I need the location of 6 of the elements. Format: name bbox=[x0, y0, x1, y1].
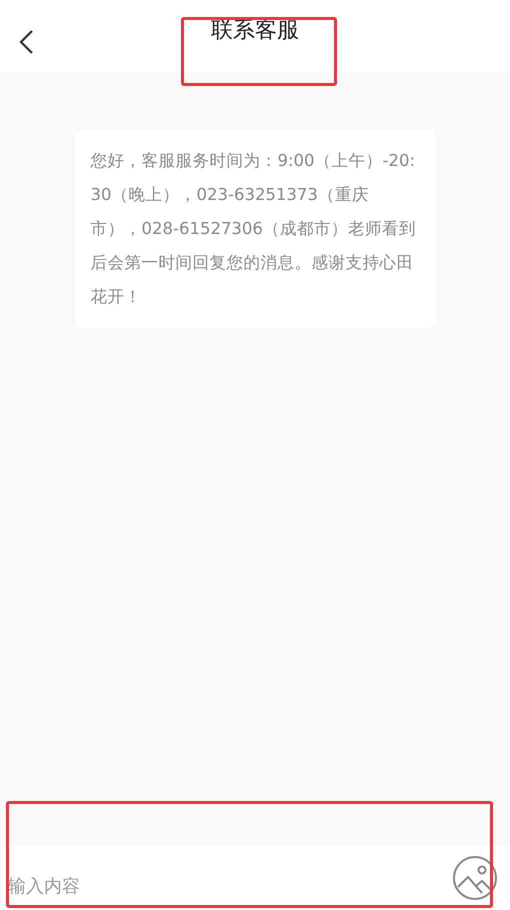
message-composer[interactable]: 输入内容 bbox=[0, 846, 510, 910]
back-icon[interactable] bbox=[18, 29, 34, 55]
page-title: 联系客服 bbox=[211, 16, 299, 44]
image-icon[interactable] bbox=[452, 855, 498, 901]
message-bubble: 您好，客服服务时间为：9:00（上午）-20:30（晚上），023-63251373（重庆市），028-61527306（成都市）老师看到后会第一时间回复您的消息。感谢支持心田花开！ bbox=[74, 130, 436, 328]
message-input-field[interactable]: 输入内容 bbox=[8, 866, 452, 908]
